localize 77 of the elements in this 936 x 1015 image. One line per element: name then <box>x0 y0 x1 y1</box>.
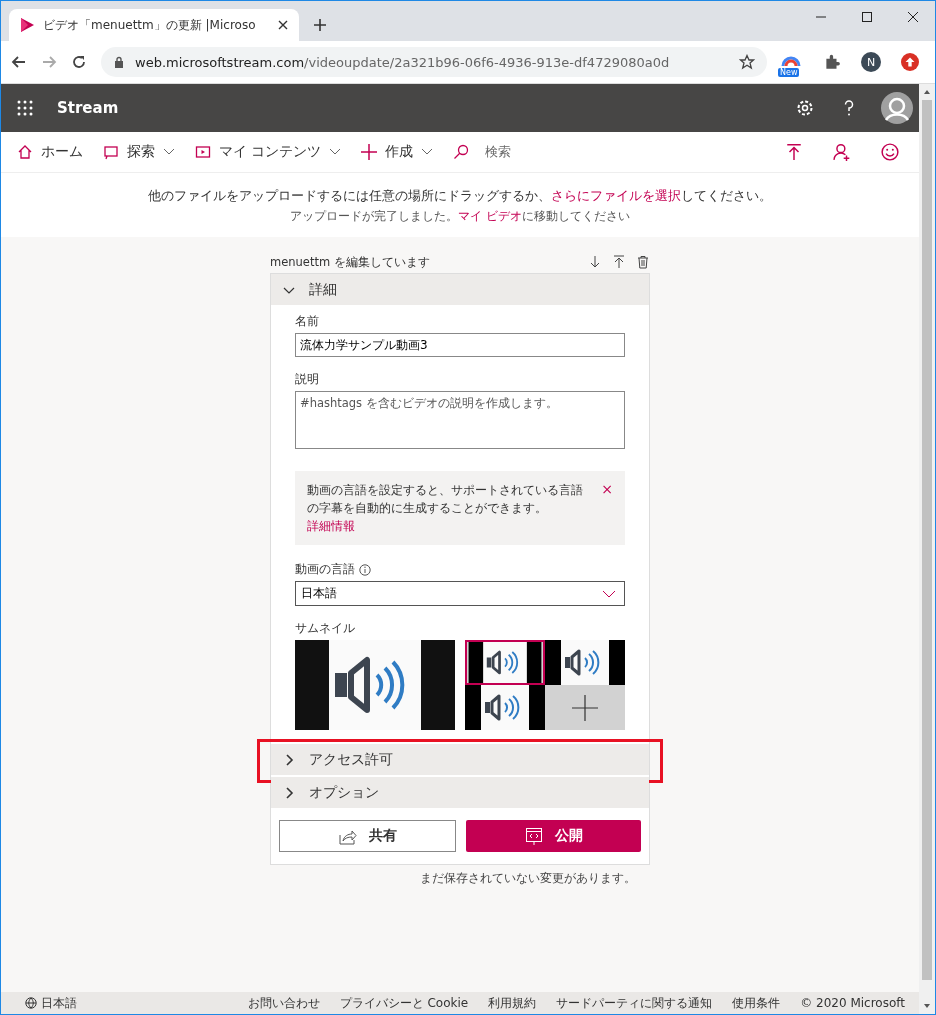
smiley-icon[interactable] <box>881 143 899 161</box>
nav-menu-item[interactable]: 作成 <box>361 143 434 161</box>
avatar-icon[interactable] <box>881 92 913 124</box>
settings-icon[interactable] <box>795 98 815 118</box>
speech-bubble-icon <box>103 144 119 160</box>
section-header[interactable]: 詳細 <box>271 274 649 305</box>
close-icon[interactable] <box>907 11 919 23</box>
unsaved-changes-text: まだ保存されていない変更があります。 <box>420 871 637 886</box>
editing-heading: menuettm を編集しています <box>270 254 430 270</box>
footer-link[interactable]: サードパーティに関する通知 <box>556 994 713 1012</box>
publish-icon <box>524 827 543 845</box>
globe-icon <box>25 997 37 1009</box>
chevron-icon <box>283 786 295 799</box>
description-field[interactable]: #hashtags を含むビデオの説明を作成します。 <box>295 391 625 449</box>
trash-icon[interactable] <box>636 255 650 269</box>
upload-complete-text: アップロードが完了しました。マイ ビデオに移動してください <box>290 208 630 224</box>
play-logo-icon <box>19 17 35 33</box>
share-button[interactable]: 共有 <box>279 820 456 852</box>
nav-menu-item[interactable]: マイ コンテンツ <box>195 143 342 161</box>
nav-menu-item[interactable]: 探索 <box>103 143 175 161</box>
scrollbar[interactable] <box>919 84 935 1014</box>
publish-button[interactable]: 公開 <box>466 820 641 852</box>
footer-link[interactable]: プライバシーと Cookie <box>339 994 469 1012</box>
my-videos-link[interactable]: マイ ビデオ <box>458 208 522 223</box>
new-tab-icon[interactable] <box>313 18 327 32</box>
app-title[interactable]: Stream <box>57 99 119 117</box>
info-icon[interactable] <box>359 563 371 576</box>
description-label: 説明 <box>295 371 320 388</box>
language-dropdown[interactable]: 日本語 <box>295 581 625 606</box>
tab-title: ビデオ「menuettm」の更新 |Microso <box>43 16 257 34</box>
close-button[interactable]: × <box>601 481 613 535</box>
footer-link[interactable]: © 2020 Microsoft <box>800 996 905 1010</box>
star-icon[interactable] <box>739 54 755 70</box>
select-files-link[interactable]: さらにファイルを選択 <box>551 187 681 203</box>
plus-icon <box>361 144 378 160</box>
lock-icon <box>113 56 125 68</box>
thumbnail-label: サムネイル <box>295 620 356 637</box>
video-icon <box>195 144 211 160</box>
close-icon[interactable] <box>277 19 289 31</box>
up-arrow-icon[interactable] <box>612 255 626 269</box>
search-icon <box>453 144 470 160</box>
browser-tab[interactable]: ビデオ「menuettm」の更新 |Microso <box>9 9 299 41</box>
address-bar[interactable]: web.microsoftstream.com/videoupdate/2a321b96-06f6-4936-913e-df4729080a0d <box>101 47 767 77</box>
puzzle-icon[interactable] <box>823 53 841 71</box>
add-person-icon[interactable] <box>833 143 851 161</box>
app-launcher-icon[interactable] <box>17 100 33 116</box>
name-label: 名前 <box>295 313 320 330</box>
notice-text: 動画の言語を設定すると、サポートされている言語の字幕を自動的に生成することができます。 詳細情報 <box>307 482 584 535</box>
upload-instruction-text: 他のファイルをアップロードするには任意の場所にドラッグするか、さらにファイルを選択してください。 <box>148 186 772 205</box>
plus-icon <box>572 694 598 721</box>
footer-link[interactable]: 利用規約 <box>488 994 537 1012</box>
chevron-icon <box>283 753 295 766</box>
thumbnail-option[interactable] <box>545 640 625 685</box>
add-thumbnail-button[interactable] <box>545 685 625 730</box>
section-header[interactable]: アクセス許可 <box>271 744 649 775</box>
nav-menu-item[interactable]: 検索 <box>453 143 512 161</box>
footer-link[interactable]: 使用条件 <box>732 994 781 1012</box>
thumbnail-option[interactable] <box>465 640 545 685</box>
profile-avatar[interactable]: N <box>861 52 881 72</box>
details-link[interactable]: 詳細情報 <box>307 519 355 533</box>
upload-icon[interactable] <box>785 143 803 161</box>
language-label: 動画の言語 <box>295 561 355 578</box>
maximize-icon[interactable] <box>861 11 873 23</box>
url-text: web.microsoftstream.com/videoupdate/2a321b96-06f6-4936-913e-df4729080a0d <box>135 54 670 70</box>
scroll-down-icon[interactable] <box>924 1004 930 1008</box>
nav-menu-item[interactable]: ホーム <box>17 143 83 161</box>
chevron-down-icon <box>602 589 616 598</box>
reload-icon[interactable] <box>71 54 87 70</box>
name-input[interactable]: 流体力学サンプル動画3 <box>295 333 625 357</box>
scroll-up-icon[interactable] <box>924 90 930 94</box>
thumbnail-option[interactable] <box>465 685 545 730</box>
down-arrow-icon[interactable] <box>588 255 602 269</box>
home-icon <box>17 144 33 160</box>
section-header[interactable]: オプション <box>271 777 649 808</box>
language-link[interactable]: 日本語 <box>25 994 77 1012</box>
footer-link[interactable]: お問い合わせ <box>247 994 320 1012</box>
back-arrow-icon[interactable] <box>11 54 27 70</box>
